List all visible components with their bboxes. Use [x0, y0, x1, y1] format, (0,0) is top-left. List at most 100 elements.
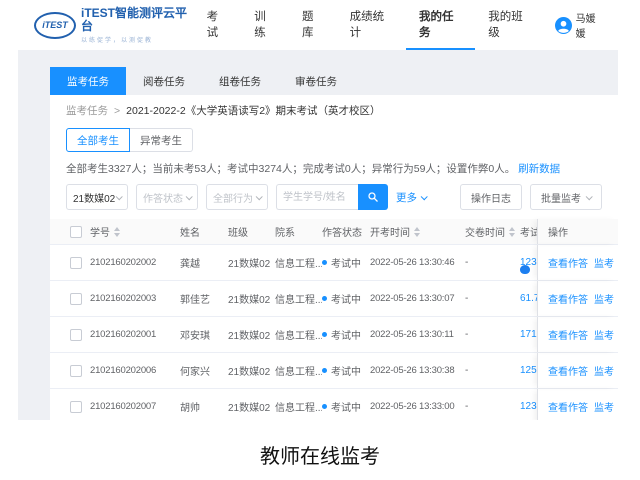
row-checkbox[interactable] — [70, 401, 82, 413]
caption: 教师在线监考 — [0, 440, 640, 469]
view-answer-link[interactable]: 查看作答 — [548, 255, 588, 270]
row-checkbox[interactable] — [70, 329, 82, 341]
student-id: 2102160202001 — [90, 317, 180, 352]
exam-duration: 171 — [520, 317, 537, 352]
column-header-name: 姓名 — [180, 219, 228, 244]
user-menu[interactable]: 马媛媛 — [555, 10, 604, 40]
column-header-duration: 考试用时 — [520, 219, 537, 244]
tab-proctor-tasks[interactable]: 监考任务 — [50, 67, 126, 95]
row-checkbox[interactable] — [70, 365, 82, 377]
nav-item-score-stats[interactable]: 成绩统计 — [337, 0, 406, 50]
operation-log-button[interactable]: 操作日志 — [460, 184, 522, 210]
tab-paper-review-tasks[interactable]: 审卷任务 — [278, 67, 354, 95]
student-id: 2102160202007 — [90, 389, 180, 420]
submit-time: - — [465, 389, 520, 420]
view-answer-link[interactable]: 查看作答 — [548, 399, 588, 414]
nav-item-my-tasks[interactable]: 我的任务 — [406, 0, 475, 50]
batch-proctor-label: 批量监考 — [541, 190, 581, 205]
status-dot-icon — [322, 368, 327, 373]
monitor-link[interactable]: 监考 — [594, 255, 614, 270]
behavior-placeholder: 全部行为 — [213, 190, 253, 205]
behavior-select[interactable]: 全部行为 — [206, 184, 268, 210]
sort-icon[interactable] — [414, 227, 420, 237]
row-checkbox[interactable] — [70, 293, 82, 305]
column-header-start[interactable]: 开考时间 — [370, 224, 410, 239]
top-navbar: iTEST iTEST智能测评云平台 以练促学，以测促教 考试 训练 题库 成绩… — [18, 0, 618, 50]
status-dot-icon — [322, 404, 327, 409]
start-time: 2022-05-26 13:30:11 — [370, 317, 465, 352]
refresh-data-link[interactable]: 刷新数据 — [518, 163, 560, 175]
table-row: 2102160202007 胡帅 21数媒02 信息工程... 考试中 2022… — [50, 389, 618, 420]
stats-summary: 全部考生3327人；当前未考53人；考试中3274人；完成考试0人；异常行为59… — [66, 163, 515, 175]
answer-status-placeholder: 作答状态 — [143, 190, 183, 205]
status-text: 考试中 — [331, 255, 361, 270]
student-dept: 信息工程... — [275, 245, 322, 280]
nav-item-my-classes[interactable]: 我的班级 — [475, 0, 544, 50]
student-dept: 信息工程... — [275, 317, 322, 352]
search-button[interactable] — [358, 184, 388, 210]
sort-icon[interactable] — [114, 227, 120, 237]
nav-item-question-bank[interactable]: 题库 — [289, 0, 337, 50]
batch-proctor-button[interactable]: 批量监考 — [530, 184, 602, 210]
monitor-link[interactable]: 监考 — [594, 327, 614, 342]
all-examinees-button[interactable]: 全部考生 — [66, 128, 130, 152]
student-dept: 信息工程... — [275, 353, 322, 388]
student-name: 龚越 — [180, 245, 228, 280]
itest-logo-icon: iTEST — [34, 12, 76, 39]
submit-time: - — [465, 317, 520, 352]
status-text: 考试中 — [331, 327, 361, 342]
select-all-checkbox[interactable] — [70, 226, 82, 238]
row-checkbox[interactable] — [70, 257, 82, 269]
page: iTEST iTEST智能测评云平台 以练促学，以测促教 考试 训练 题库 成绩… — [0, 0, 640, 480]
logo-title: iTEST智能测评云平台 — [81, 7, 194, 33]
exam-duration: 61.7 — [520, 281, 537, 316]
view-answer-link[interactable]: 查看作答 — [548, 363, 588, 378]
task-tabbar: 监考任务 阅卷任务 组卷任务 审卷任务 — [50, 67, 618, 95]
chevron-down-icon — [116, 193, 123, 200]
chevron-down-icon — [586, 193, 593, 200]
student-id: 2102160202006 — [90, 353, 180, 388]
itest-logo[interactable]: iTEST iTEST智能测评云平台 以练促学，以测促教 — [34, 7, 194, 44]
status-text: 考试中 — [331, 291, 361, 306]
column-header-status: 作答状态 — [322, 219, 370, 244]
chevron-down-icon — [186, 193, 193, 200]
student-id: 2102160202003 — [90, 281, 180, 316]
more-filters-link[interactable]: 更多 — [396, 190, 426, 205]
abnormal-examinees-button[interactable]: 异常考生 — [130, 128, 193, 152]
monitor-link[interactable]: 监考 — [594, 399, 614, 414]
column-header-id[interactable]: 学号 — [90, 224, 110, 239]
submit-time: - — [465, 245, 520, 280]
status-text: 考试中 — [331, 399, 361, 414]
student-name: 郭佳艺 — [180, 281, 228, 316]
chevron-down-icon — [256, 193, 263, 200]
search-input[interactable] — [276, 184, 358, 210]
content-card: 监考任务 > 2021-2022-2《大学英语读写2》期末考试（英才校区） 全部… — [50, 95, 618, 420]
view-answer-link[interactable]: 查看作答 — [548, 327, 588, 342]
class-select[interactable]: 21数媒02 — [66, 184, 128, 210]
chevron-down-icon — [421, 193, 428, 200]
answer-status-select[interactable]: 作答状态 — [136, 184, 198, 210]
monitor-link[interactable]: 监考 — [594, 363, 614, 378]
view-answer-link[interactable]: 查看作答 — [548, 291, 588, 306]
status-dot-icon — [322, 260, 327, 265]
column-header-submit[interactable]: 交卷时间 — [465, 224, 505, 239]
monitor-link[interactable]: 监考 — [594, 291, 614, 306]
nav-item-exam[interactable]: 考试 — [194, 0, 242, 50]
sort-icon[interactable] — [509, 227, 515, 237]
exam-duration: 123 — [520, 245, 537, 280]
breadcrumb: 监考任务 > 2021-2022-2《大学英语读写2》期末考试（英才校区） — [66, 103, 602, 118]
table-header-row: 学号 姓名 班级 院系 作答状态 开考时间 交卷时间 考试用时 操作 — [50, 219, 618, 245]
breadcrumb-parent[interactable]: 监考任务 — [66, 103, 108, 118]
column-header-actions: 操作 — [537, 219, 618, 244]
status-dot-icon — [322, 296, 327, 301]
tab-grading-tasks[interactable]: 阅卷任务 — [126, 67, 202, 95]
main-nav: 考试 训练 题库 成绩统计 我的任务 我的班级 — [194, 0, 545, 50]
table-row: 2102160202002 龚越 21数媒02 信息工程... 考试中 2022… — [50, 245, 618, 281]
table-row: 2102160202003 郭佳艺 21数媒02 信息工程... 考试中 202… — [50, 281, 618, 317]
itest-app-window: iTEST iTEST智能测评云平台 以练促学，以测促教 考试 训练 题库 成绩… — [18, 0, 618, 420]
table-row: 2102160202006 何家兴 21数媒02 信息工程... 考试中 202… — [50, 353, 618, 389]
nav-item-training[interactable]: 训练 — [241, 0, 289, 50]
student-id: 2102160202002 — [90, 245, 180, 280]
filter-bar: 21数媒02 作答状态 全部行为 更多 — [66, 184, 602, 210]
tab-paper-assembly-tasks[interactable]: 组卷任务 — [202, 67, 278, 95]
